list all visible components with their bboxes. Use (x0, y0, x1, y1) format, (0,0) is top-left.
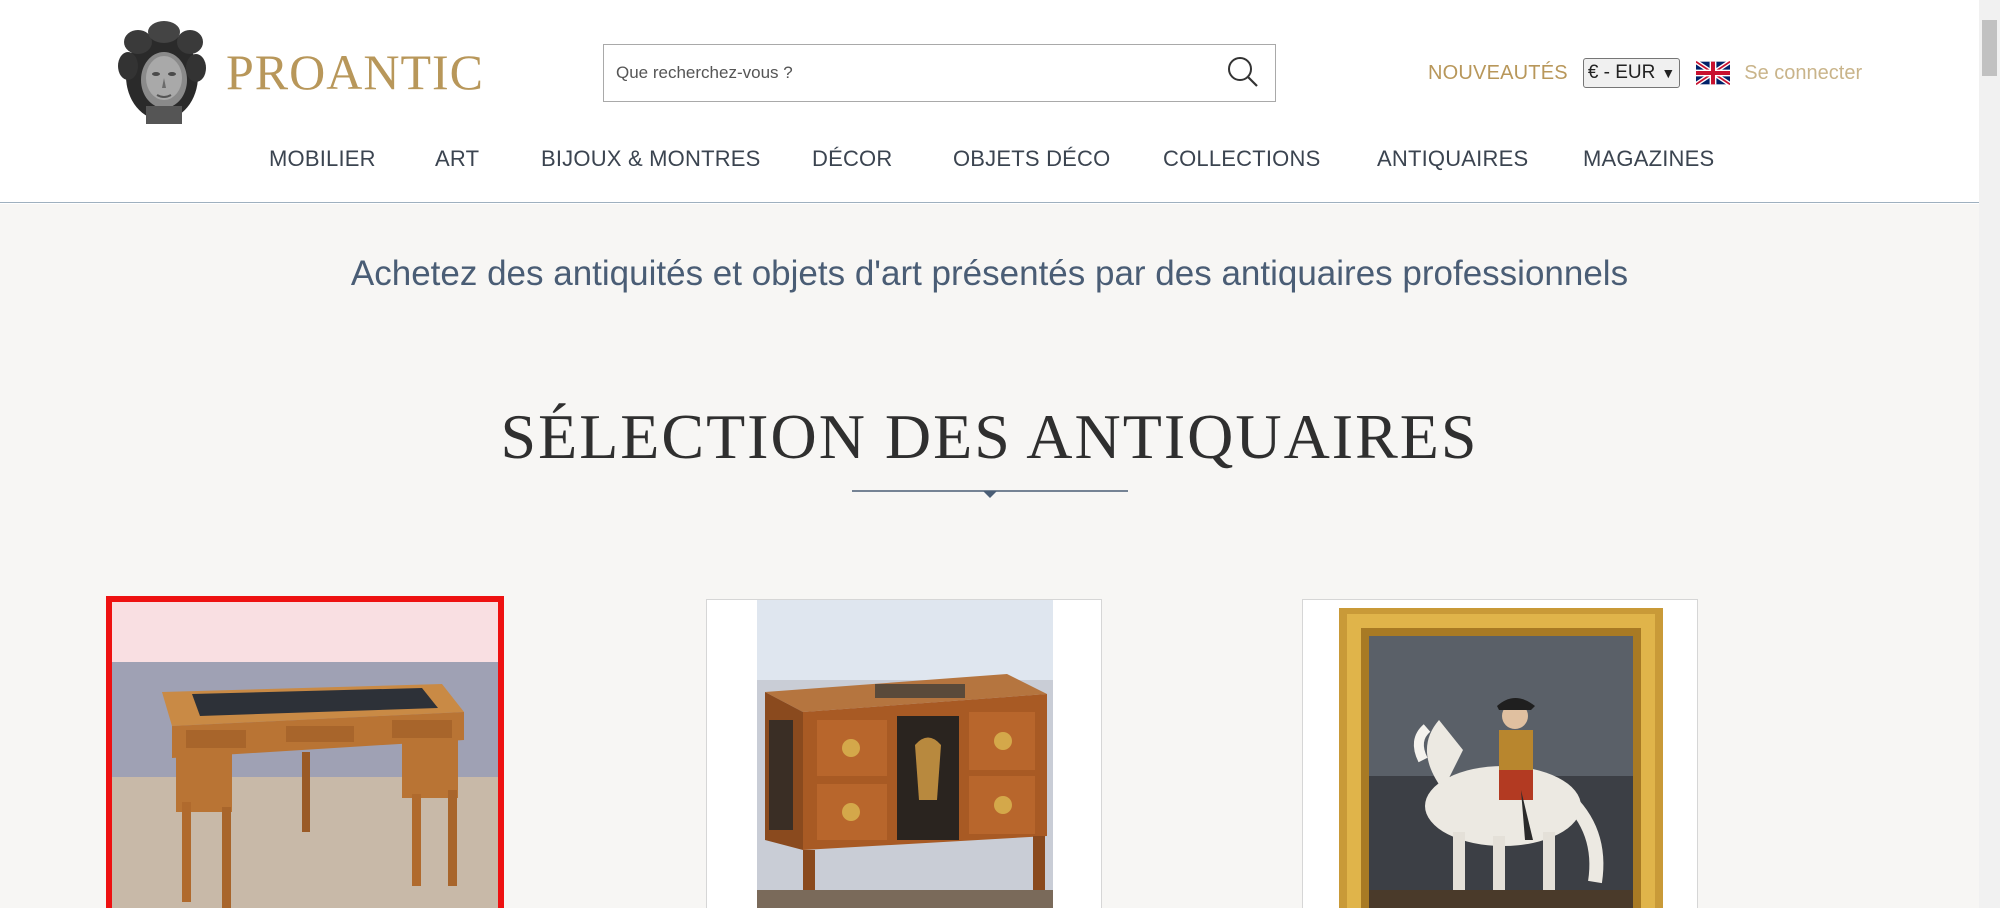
search-button[interactable] (1223, 53, 1263, 93)
product-card-commode[interactable] (706, 599, 1102, 908)
nav-item-collections[interactable]: COLLECTIONS (1163, 146, 1320, 172)
section-title: SÉLECTION DES ANTIQUAIRES (500, 401, 1479, 472)
search-icon (1228, 57, 1258, 87)
main-content: Achetez des antiquités et objets d'art p… (0, 204, 1979, 908)
uk-flag-icon[interactable] (1696, 61, 1731, 85)
nav-item-mobilier[interactable]: MOBILIER (269, 146, 376, 172)
nav-item-magazines[interactable]: MAGAZINES (1583, 146, 1714, 172)
top-links: NOUVEAUTÉS € - EUR ▼ Se connecter (1428, 56, 1862, 90)
site-header: PROANTIC NOUVEAUTÉS € - EUR ▼ (0, 0, 1979, 203)
page-scrollbar[interactable] (1979, 0, 2000, 908)
page: PROANTIC NOUVEAUTÉS € - EUR ▼ (0, 0, 2000, 908)
product-card-desk[interactable] (106, 596, 504, 908)
nav-item-objets-deco[interactable]: OBJETS DÉCO (953, 146, 1110, 172)
nav-item-bijoux-montres[interactable]: BIJOUX & MONTRES (541, 146, 761, 172)
chevron-down-icon: ▼ (1661, 65, 1676, 81)
currency-value: € - EUR (1587, 62, 1656, 83)
new-arrivals-link[interactable]: NOUVEAUTÉS (1428, 62, 1568, 85)
login-link[interactable]: Se connecter (1744, 62, 1862, 85)
title-divider (852, 490, 1128, 498)
main-nav: MOBILIER ART BIJOUX & MONTRES DÉCOR OBJE… (0, 146, 1979, 180)
product-card-painting[interactable] (1302, 599, 1698, 908)
bust-sculpture-logo-icon (118, 21, 206, 124)
brand-name: PROANTIC (226, 44, 485, 100)
nav-item-art[interactable]: ART (435, 146, 479, 172)
nav-item-antiquaires[interactable]: ANTIQUAIRES (1377, 146, 1528, 172)
tagline: Achetez des antiquités et objets d'art p… (350, 254, 1629, 293)
marquetry-commode-photo (707, 600, 1101, 908)
currency-select[interactable]: € - EUR ▼ (1582, 58, 1681, 88)
equestrian-portrait-painting (1303, 600, 1697, 908)
search-input[interactable] (604, 45, 1204, 101)
nav-item-decor[interactable]: DÉCOR (812, 146, 892, 172)
scrollbar-thumb[interactable] (1982, 20, 1997, 76)
writing-desk-photo (112, 602, 498, 908)
search-bar (603, 44, 1276, 102)
logo-link[interactable]: PROANTIC (112, 20, 484, 124)
